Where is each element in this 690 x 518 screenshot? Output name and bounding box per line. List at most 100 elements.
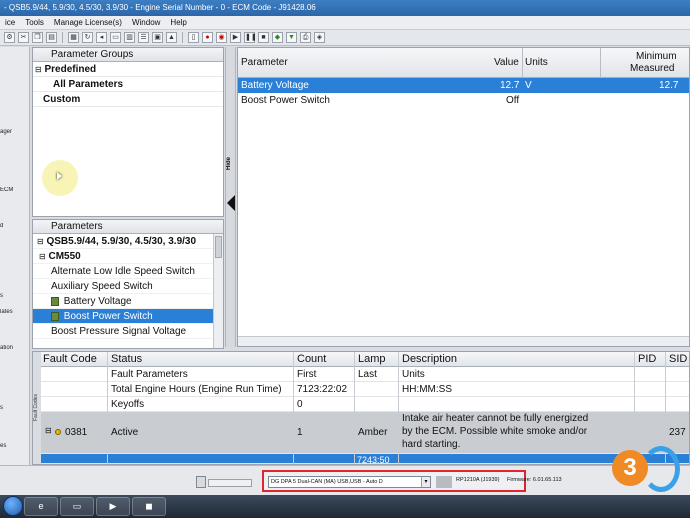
parameters-header: Parameters [33, 220, 223, 234]
hide-splitter[interactable]: Hide [225, 47, 236, 347]
taskbar: e ▭ ▶ ◼ [0, 495, 690, 518]
fault-parameter-row[interactable]: Total Engine Hours (Engine Run Time) 712… [41, 382, 689, 397]
horizontal-scrollbar[interactable] [238, 336, 689, 346]
column-header-parameter[interactable]: Parameter [241, 57, 288, 68]
nav-item-templates[interactable]: lates [0, 309, 16, 315]
taskbar-ie-icon[interactable]: e [24, 497, 58, 516]
fault-row[interactable]: ⊟ 0381 Active 1 Amber Intake air heater … [41, 412, 689, 454]
nav-item-calibration[interactable]: ation [0, 345, 16, 351]
adapter-value: DG DPA 5 Dual-CAN (MA) USB,USB - Auto D [271, 479, 383, 485]
settings-icon[interactable]: ⚙ [4, 32, 15, 43]
taskbar-media-icon[interactable]: ▶ [96, 497, 130, 516]
start-button[interactable] [3, 496, 23, 516]
cut-icon[interactable]: ✂ [18, 32, 29, 43]
nav-item-manager[interactable]: ager [0, 129, 16, 135]
nav-item-s2[interactable]: s [0, 405, 16, 411]
column-header-fault-code[interactable]: Fault Code [43, 353, 97, 365]
table-row[interactable]: Battery Voltage 12.7 V 12.7 [238, 78, 689, 93]
scrollbar-thumb[interactable] [215, 236, 222, 258]
column-header-sid[interactable]: SID [669, 353, 687, 365]
menu-item-manage-licenses[interactable]: Manage License(s) [49, 18, 127, 27]
toolbar-divider [62, 32, 63, 43]
parameter-item-selected[interactable]: Boost Power Switch [33, 309, 223, 324]
parameters-scrollbar[interactable] [213, 234, 223, 348]
menu-item-window[interactable]: Window [127, 18, 165, 27]
back-icon[interactable]: ◂ [96, 32, 107, 43]
cell-status: Fault Parameters [111, 369, 188, 380]
tree-item-predefined[interactable]: ⊟ Predefined [33, 62, 223, 77]
cell-status: Active [111, 427, 139, 438]
print-icon[interactable]: ⎙ [300, 32, 311, 43]
grid-icon[interactable]: ▦ [68, 32, 79, 43]
nav-item-utilities[interactable]: es [0, 443, 16, 449]
tree-item-label: Custom [43, 94, 81, 105]
parameters-group[interactable]: ⊟ CM550 [33, 249, 223, 264]
parameter-label: Auxiliary Speed Switch [51, 281, 153, 292]
calendar-icon[interactable]: ▣ [152, 32, 163, 43]
list-icon[interactable]: ☰ [138, 32, 149, 43]
chart-icon[interactable]: ▲ [166, 32, 177, 43]
column-header-measured[interactable]: Measured [630, 63, 674, 74]
parameter-item[interactable]: Alternate Low Idle Speed Switch [33, 264, 223, 279]
snapshot-icon[interactable]: ◆ [272, 32, 283, 43]
cell-description-line: hard starting. [402, 439, 461, 450]
tree-item-custom[interactable]: Custom [33, 92, 223, 107]
fault-codes-tab[interactable]: Fault Codes [33, 352, 41, 464]
table-row[interactable]: Boost Power Switch Off [238, 93, 689, 108]
pause-icon[interactable]: ❚❚ [244, 32, 257, 43]
document-icon[interactable]: ▭ [110, 32, 121, 43]
expand-icon[interactable]: ⊟ [45, 426, 52, 436]
fault-parameter-row[interactable]: Keyoffs 0 [41, 397, 689, 412]
taskbar-app-icon[interactable]: ◼ [132, 497, 166, 516]
page-icon[interactable]: ▯ [188, 32, 199, 43]
paste-icon[interactable]: ▤ [46, 32, 57, 43]
adapter-select[interactable]: DG DPA 5 Dual-CAN (MA) USB,USB - Auto D … [268, 476, 431, 488]
nav-item-s[interactable]: s [0, 293, 16, 299]
parameter-item[interactable]: Boost Pressure Signal Voltage [33, 324, 223, 339]
connection-indicator [436, 476, 452, 488]
parameter-label: Alternate Low Idle Speed Switch [51, 266, 195, 277]
collapse-left-icon[interactable] [227, 195, 235, 211]
nav-item-d[interactable]: d [0, 223, 16, 229]
column-divider [354, 352, 355, 464]
parameter-item[interactable]: Battery Voltage [33, 294, 223, 309]
collapse-icon[interactable]: ⊟ [35, 65, 42, 74]
table-icon[interactable]: ▥ [124, 32, 135, 43]
parameter-groups-header: Parameter Groups [33, 48, 223, 62]
collapse-icon[interactable]: ⊟ [37, 237, 44, 246]
stop-icon[interactable]: ■ [258, 32, 269, 43]
column-header-minimum[interactable]: Minimum [636, 51, 677, 62]
column-header-lamp[interactable]: Lamp [358, 353, 386, 365]
taskbar-folder-icon[interactable]: ▭ [60, 497, 94, 516]
column-header-value[interactable]: Value [494, 57, 519, 68]
chevron-down-icon[interactable]: ▾ [421, 477, 430, 487]
column-header-description[interactable]: Description [402, 353, 457, 365]
record-icon[interactable]: ● [202, 32, 213, 43]
cell-count: 7123:22:02 [297, 384, 348, 395]
menu-item-help[interactable]: Help [165, 18, 191, 27]
options-icon[interactable]: ◈ [314, 32, 325, 43]
parameter-item[interactable]: Auxiliary Speed Switch [33, 279, 223, 294]
copy-icon[interactable]: ❐ [32, 32, 43, 43]
fault-row-selected[interactable]: 7243:50 [41, 454, 689, 464]
parameters-root[interactable]: ⊟ QSB5.9/44, 5.9/30, 4.5/30, 3.9/30 [33, 234, 223, 249]
export-icon[interactable]: ▼ [286, 32, 297, 43]
play-icon[interactable]: ▶ [230, 32, 241, 43]
refresh-icon[interactable]: ↻ [82, 32, 93, 43]
menu-item-tools[interactable]: Tools [20, 18, 49, 27]
watermark-logo: 3 [612, 438, 682, 498]
stop-record-icon[interactable]: ◉ [216, 32, 227, 43]
column-header-pid[interactable]: PID [638, 353, 656, 365]
column-header-units[interactable]: Units [525, 57, 548, 68]
tree-item-all-parameters[interactable]: All Parameters [33, 77, 223, 92]
fault-parameter-row[interactable]: Fault Parameters First Last Units [41, 367, 689, 382]
collapse-icon[interactable]: ⊟ [39, 252, 46, 261]
window-title: - QSB5.9/44, 5.9/30, 4.5/30, 3.9/30 - En… [0, 0, 690, 16]
tree-item-label: All Parameters [53, 79, 124, 90]
column-header-status[interactable]: Status [111, 353, 142, 365]
column-header-count[interactable]: Count [297, 353, 326, 365]
menu-item-service[interactable]: ice [0, 18, 20, 27]
download-icon[interactable] [196, 476, 206, 488]
cell-description-line: by the ECM. Possible white smoke and/or [402, 426, 588, 437]
nav-item-ecm[interactable]: ECM [0, 187, 16, 193]
